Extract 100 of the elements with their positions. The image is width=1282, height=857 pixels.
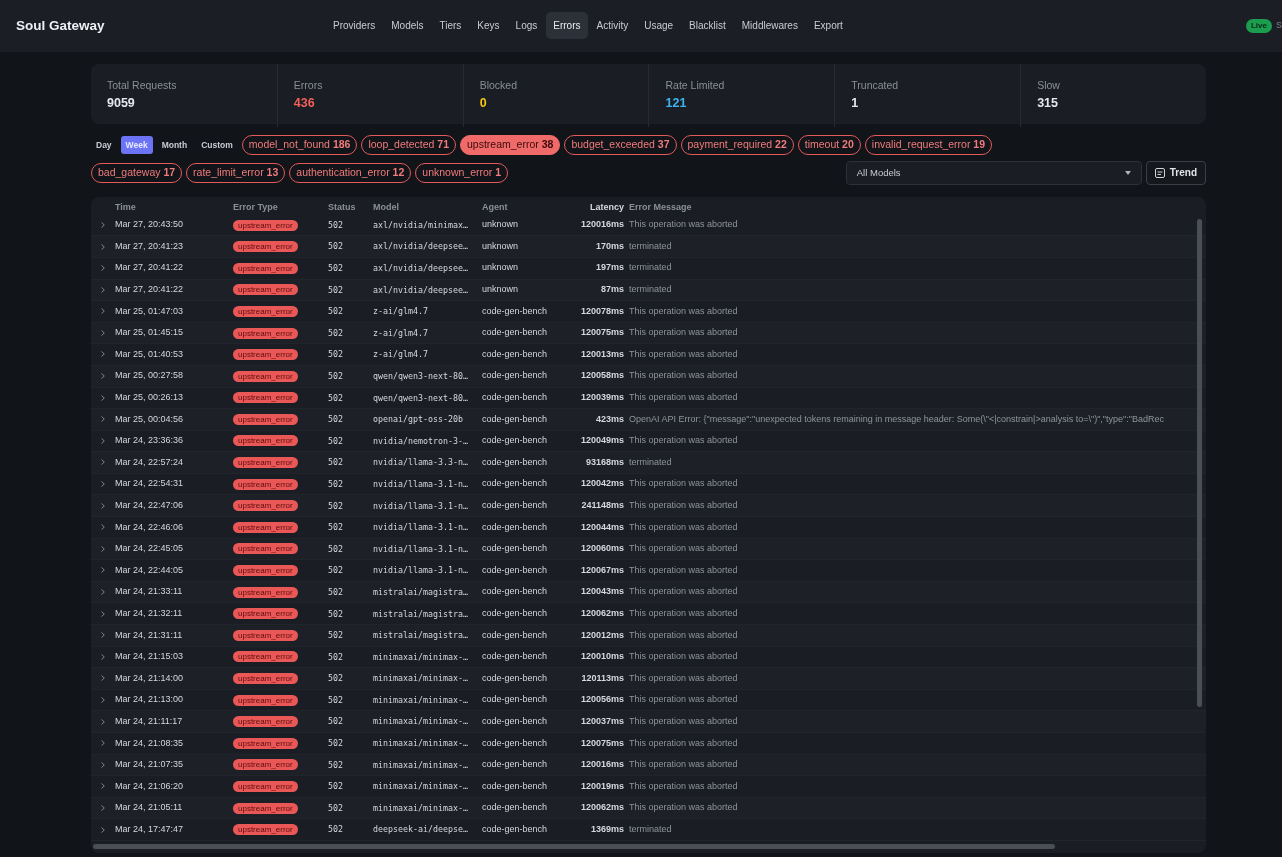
- stat-value: 436: [293, 94, 316, 112]
- error-message-cell-text: terminated: [629, 283, 673, 297]
- expand-chevron-icon[interactable]: [101, 697, 105, 703]
- model-cell-text: minimaxai/minimax-…: [373, 650, 469, 664]
- agent-cell-text: code-gen-bench: [482, 736, 549, 750]
- expand-chevron-icon[interactable]: [101, 826, 105, 833]
- nav-tab[interactable]: Keys: [470, 12, 507, 39]
- vertical-scrollbar[interactable]: [1197, 218, 1202, 707]
- agent-cell-text: code-gen-bench: [482, 714, 549, 728]
- agent-cell-text: code-gen-bench: [482, 671, 549, 685]
- nav-tab[interactable]: Blacklist: [682, 12, 733, 39]
- status-cell-text: 502: [328, 564, 344, 577]
- trend-button[interactable]: Trend: [1145, 160, 1206, 185]
- agent-cell-text: code-gen-bench: [482, 477, 549, 491]
- time-cell-text: Mar 25, 01:45:15: [115, 326, 185, 340]
- expand-chevron-icon[interactable]: [101, 653, 105, 660]
- range-tab[interactable]: Month: [156, 135, 193, 155]
- expand-chevron-icon[interactable]: [101, 783, 105, 790]
- error-message-cell-text: This operation was aborted: [629, 693, 739, 707]
- nav-tab[interactable]: Logs: [508, 12, 545, 39]
- error-message-cell-text: This operation was aborted: [629, 779, 739, 793]
- time-cell-text: Mar 24, 21:07:35: [115, 758, 185, 772]
- expand-chevron-icon[interactable]: [101, 437, 105, 444]
- expand-chevron-icon[interactable]: [101, 610, 105, 617]
- latency-cell-text: 120044ms: [579, 520, 625, 534]
- time-cell-text: Mar 25, 00:27:58: [115, 369, 185, 383]
- horizontal-scrollbar[interactable]: [93, 843, 1055, 849]
- expand-chevron-icon[interactable]: [101, 589, 105, 595]
- error-type-badge: upstream_error: [233, 759, 298, 771]
- nav-tab[interactable]: Providers: [326, 12, 383, 39]
- expand-chevron-icon[interactable]: [101, 524, 105, 531]
- agent-cell-text: code-gen-bench: [482, 542, 549, 556]
- expand-chevron-icon[interactable]: [101, 351, 105, 358]
- latency-cell-text: 120042ms: [579, 477, 625, 491]
- model-cell-text: nvidia/llama-3.1-n…: [373, 477, 469, 491]
- expand-chevron-icon[interactable]: [101, 394, 105, 401]
- model-cell-text: minimaxai/minimax-…: [373, 758, 469, 772]
- expand-chevron-icon[interactable]: [101, 718, 105, 725]
- expand-chevron-icon[interactable]: [101, 761, 105, 768]
- range-tab[interactable]: Custom: [196, 135, 238, 155]
- expand-chevron-icon[interactable]: [101, 416, 105, 423]
- error-type-filter[interactable]: upstream_error 38: [460, 135, 561, 155]
- model-select[interactable]: All Models: [845, 160, 1142, 185]
- expand-chevron-icon[interactable]: [101, 329, 105, 336]
- nav-tab[interactable]: Models: [384, 12, 431, 39]
- latency-cell-text: 120075ms: [579, 326, 625, 340]
- status-cell-text: 502: [328, 780, 344, 793]
- error-message-cell-text: terminated: [629, 822, 673, 836]
- error-message-cell-text: terminated: [629, 455, 673, 469]
- expand-chevron-icon[interactable]: [101, 373, 105, 380]
- nav-tab[interactable]: Export: [806, 12, 850, 39]
- error-message-cell-text: This operation was aborted: [629, 347, 739, 361]
- error-message-cell-text: This operation was aborted: [629, 369, 739, 383]
- agent-cell-text: code-gen-bench: [482, 607, 549, 620]
- stat-label: Blocked: [479, 78, 518, 93]
- time-cell-text: Mar 24, 21:13:00: [115, 693, 185, 707]
- error-type-badge: upstream_error: [233, 219, 298, 231]
- agent-cell-text: code-gen-bench: [482, 693, 549, 707]
- model-cell-text: axl/nvidia/deepsee…: [373, 283, 469, 297]
- expand-chevron-icon[interactable]: [101, 265, 105, 272]
- model-cell-text: openai/gpt-oss-20b: [373, 413, 464, 426]
- nav-tab[interactable]: Middlewares: [734, 12, 805, 39]
- latency-cell-text: 120019ms: [579, 779, 625, 793]
- expand-chevron-icon[interactable]: [101, 481, 105, 488]
- agent-cell-text: unknown: [482, 218, 520, 232]
- error-type-badge: upstream_error: [233, 781, 298, 792]
- agent-cell-text: code-gen-bench: [482, 801, 549, 815]
- latency-cell-text: 170ms: [594, 239, 625, 253]
- error-message-cell-text: This operation was aborted: [629, 801, 739, 815]
- model-cell-text: minimaxai/minimax-…: [373, 715, 469, 728]
- time-cell-text: Mar 27, 20:41:23: [115, 239, 185, 253]
- latency-cell-text: 120049ms: [579, 434, 625, 448]
- error-type-badge: upstream_error: [233, 305, 298, 317]
- latency-cell-text: 423ms: [594, 412, 625, 426]
- time-cell-text: Mar 24, 22:44:05: [115, 563, 185, 577]
- model-cell-text: nvidia/nemotron-3-…: [373, 434, 469, 448]
- expand-chevron-icon[interactable]: [101, 567, 105, 574]
- latency-cell-text: 120058ms: [579, 369, 625, 383]
- latency-cell-text: 241148ms: [580, 499, 625, 512]
- nav-tab[interactable]: Usage: [637, 12, 681, 39]
- expand-chevron-icon[interactable]: [101, 459, 105, 466]
- agent-cell-text: code-gen-bench: [482, 650, 549, 664]
- nav-tab[interactable]: Activity: [589, 12, 636, 39]
- expand-chevron-icon[interactable]: [101, 221, 105, 228]
- expand-chevron-icon[interactable]: [101, 675, 105, 682]
- time-cell-text: Mar 25, 01:47:03: [115, 304, 185, 318]
- stat-label: Total Requests: [107, 78, 178, 93]
- nav-tab[interactable]: Tiers: [432, 12, 469, 39]
- expand-chevron-icon[interactable]: [101, 804, 105, 811]
- expand-chevron-icon[interactable]: [101, 286, 105, 293]
- expand-chevron-icon[interactable]: [101, 632, 105, 639]
- nav-tab[interactable]: Errors: [546, 12, 588, 39]
- error-message-cell-text: terminated: [629, 239, 673, 253]
- expand-chevron-icon[interactable]: [101, 502, 105, 509]
- expand-chevron-icon[interactable]: [101, 243, 105, 250]
- expand-chevron-icon[interactable]: [101, 740, 105, 747]
- range-tab[interactable]: Day: [91, 135, 117, 155]
- error-message-cell-text: This operation was aborted: [629, 628, 739, 642]
- expand-chevron-icon[interactable]: [101, 545, 105, 552]
- expand-chevron-icon[interactable]: [101, 308, 105, 315]
